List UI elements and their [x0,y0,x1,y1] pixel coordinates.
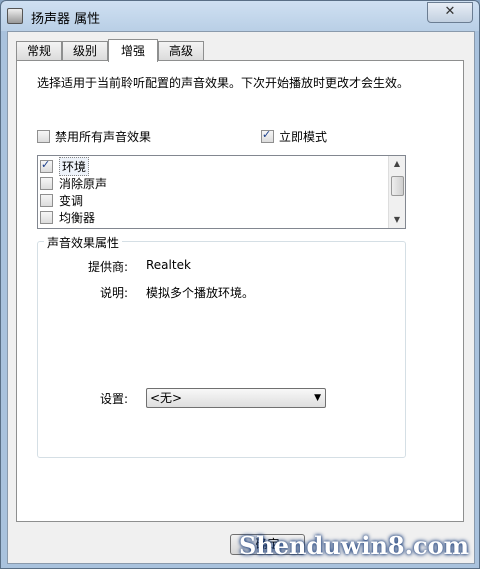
checkbox-box[interactable] [40,176,53,190]
list-item[interactable]: 环境 [40,156,90,176]
chevron-down-icon[interactable]: ▼ [314,389,321,407]
immediate-mode-checkbox[interactable]: 立即模式 [261,128,327,144]
effect-label: 变调 [59,193,84,208]
description-value: 模拟多个播放环境。 [146,286,255,300]
provider-value: Realtek [146,258,191,272]
enhancements-description: 选择适用于当前聆听配置的声音效果。下次开始播放时更改才会生效。 [37,76,410,90]
setting-label: 设置: [99,392,128,406]
checkbox-box[interactable] [37,129,50,143]
effects-list[interactable]: 环境 消除原声 变调 均衡器 ▲ ▼ [37,155,406,229]
effect-label: 消除原声 [59,176,108,191]
speaker-icon [7,8,23,24]
scroll-thumb[interactable] [391,176,404,196]
scroll-up-icon[interactable]: ▲ [389,156,405,172]
disable-all-effects-label: 禁用所有声音效果 [55,129,152,144]
setting-selected-value: <无> [150,391,183,405]
tab-enhancements[interactable]: 增强 [108,39,158,62]
tab-levels[interactable]: 级别 [62,41,108,61]
watermark-text: Shenduwin8.com [238,531,469,560]
disable-all-effects-checkbox[interactable]: 禁用所有声音效果 [37,128,151,144]
checkbox-box[interactable] [40,193,53,207]
list-scrollbar[interactable]: ▲ ▼ [388,156,405,228]
title-bar[interactable]: 扬声器 属性 ✕ [1,1,479,31]
group-title: 声音效果属性 [44,234,123,251]
scroll-down-icon[interactable]: ▼ [389,212,405,228]
list-item[interactable]: 消除原声 [40,175,107,191]
checkbox-box[interactable] [40,210,53,224]
tab-general[interactable]: 常规 [16,41,62,61]
effect-label: 均衡器 [59,210,96,225]
dialog-client-area: 常规 级别 增强 高级 选择适用于当前聆听配置的声音效果。下次开始播放时更改才会… [7,31,475,564]
close-button[interactable]: ✕ [427,2,473,23]
effect-label: 环境 [59,156,90,176]
list-item[interactable]: 均衡器 [40,209,95,225]
description-label: 说明: [99,286,128,300]
enhancements-panel: 选择适用于当前聆听配置的声音效果。下次开始播放时更改才会生效。 禁用所有声音效果… [16,60,464,522]
setting-select[interactable]: <无> ▼ [146,388,326,408]
properties-window: 扬声器 属性 ✕ 常规 级别 增强 高级 选择适用于当前聆听配置的声音效果。下次… [0,0,480,569]
list-item[interactable]: 变调 [40,192,83,208]
tab-advanced[interactable]: 高级 [158,41,204,61]
provider-label: 提供商: [87,260,128,274]
window-title: 扬声器 属性 [31,12,101,27]
effect-properties-group: 声音效果属性 提供商: Realtek 说明: 模拟多个播放环境。 设置: <无… [37,234,406,458]
checkbox-box[interactable] [261,128,274,143]
checkbox-box[interactable] [40,158,53,173]
immediate-mode-label: 立即模式 [279,129,328,144]
